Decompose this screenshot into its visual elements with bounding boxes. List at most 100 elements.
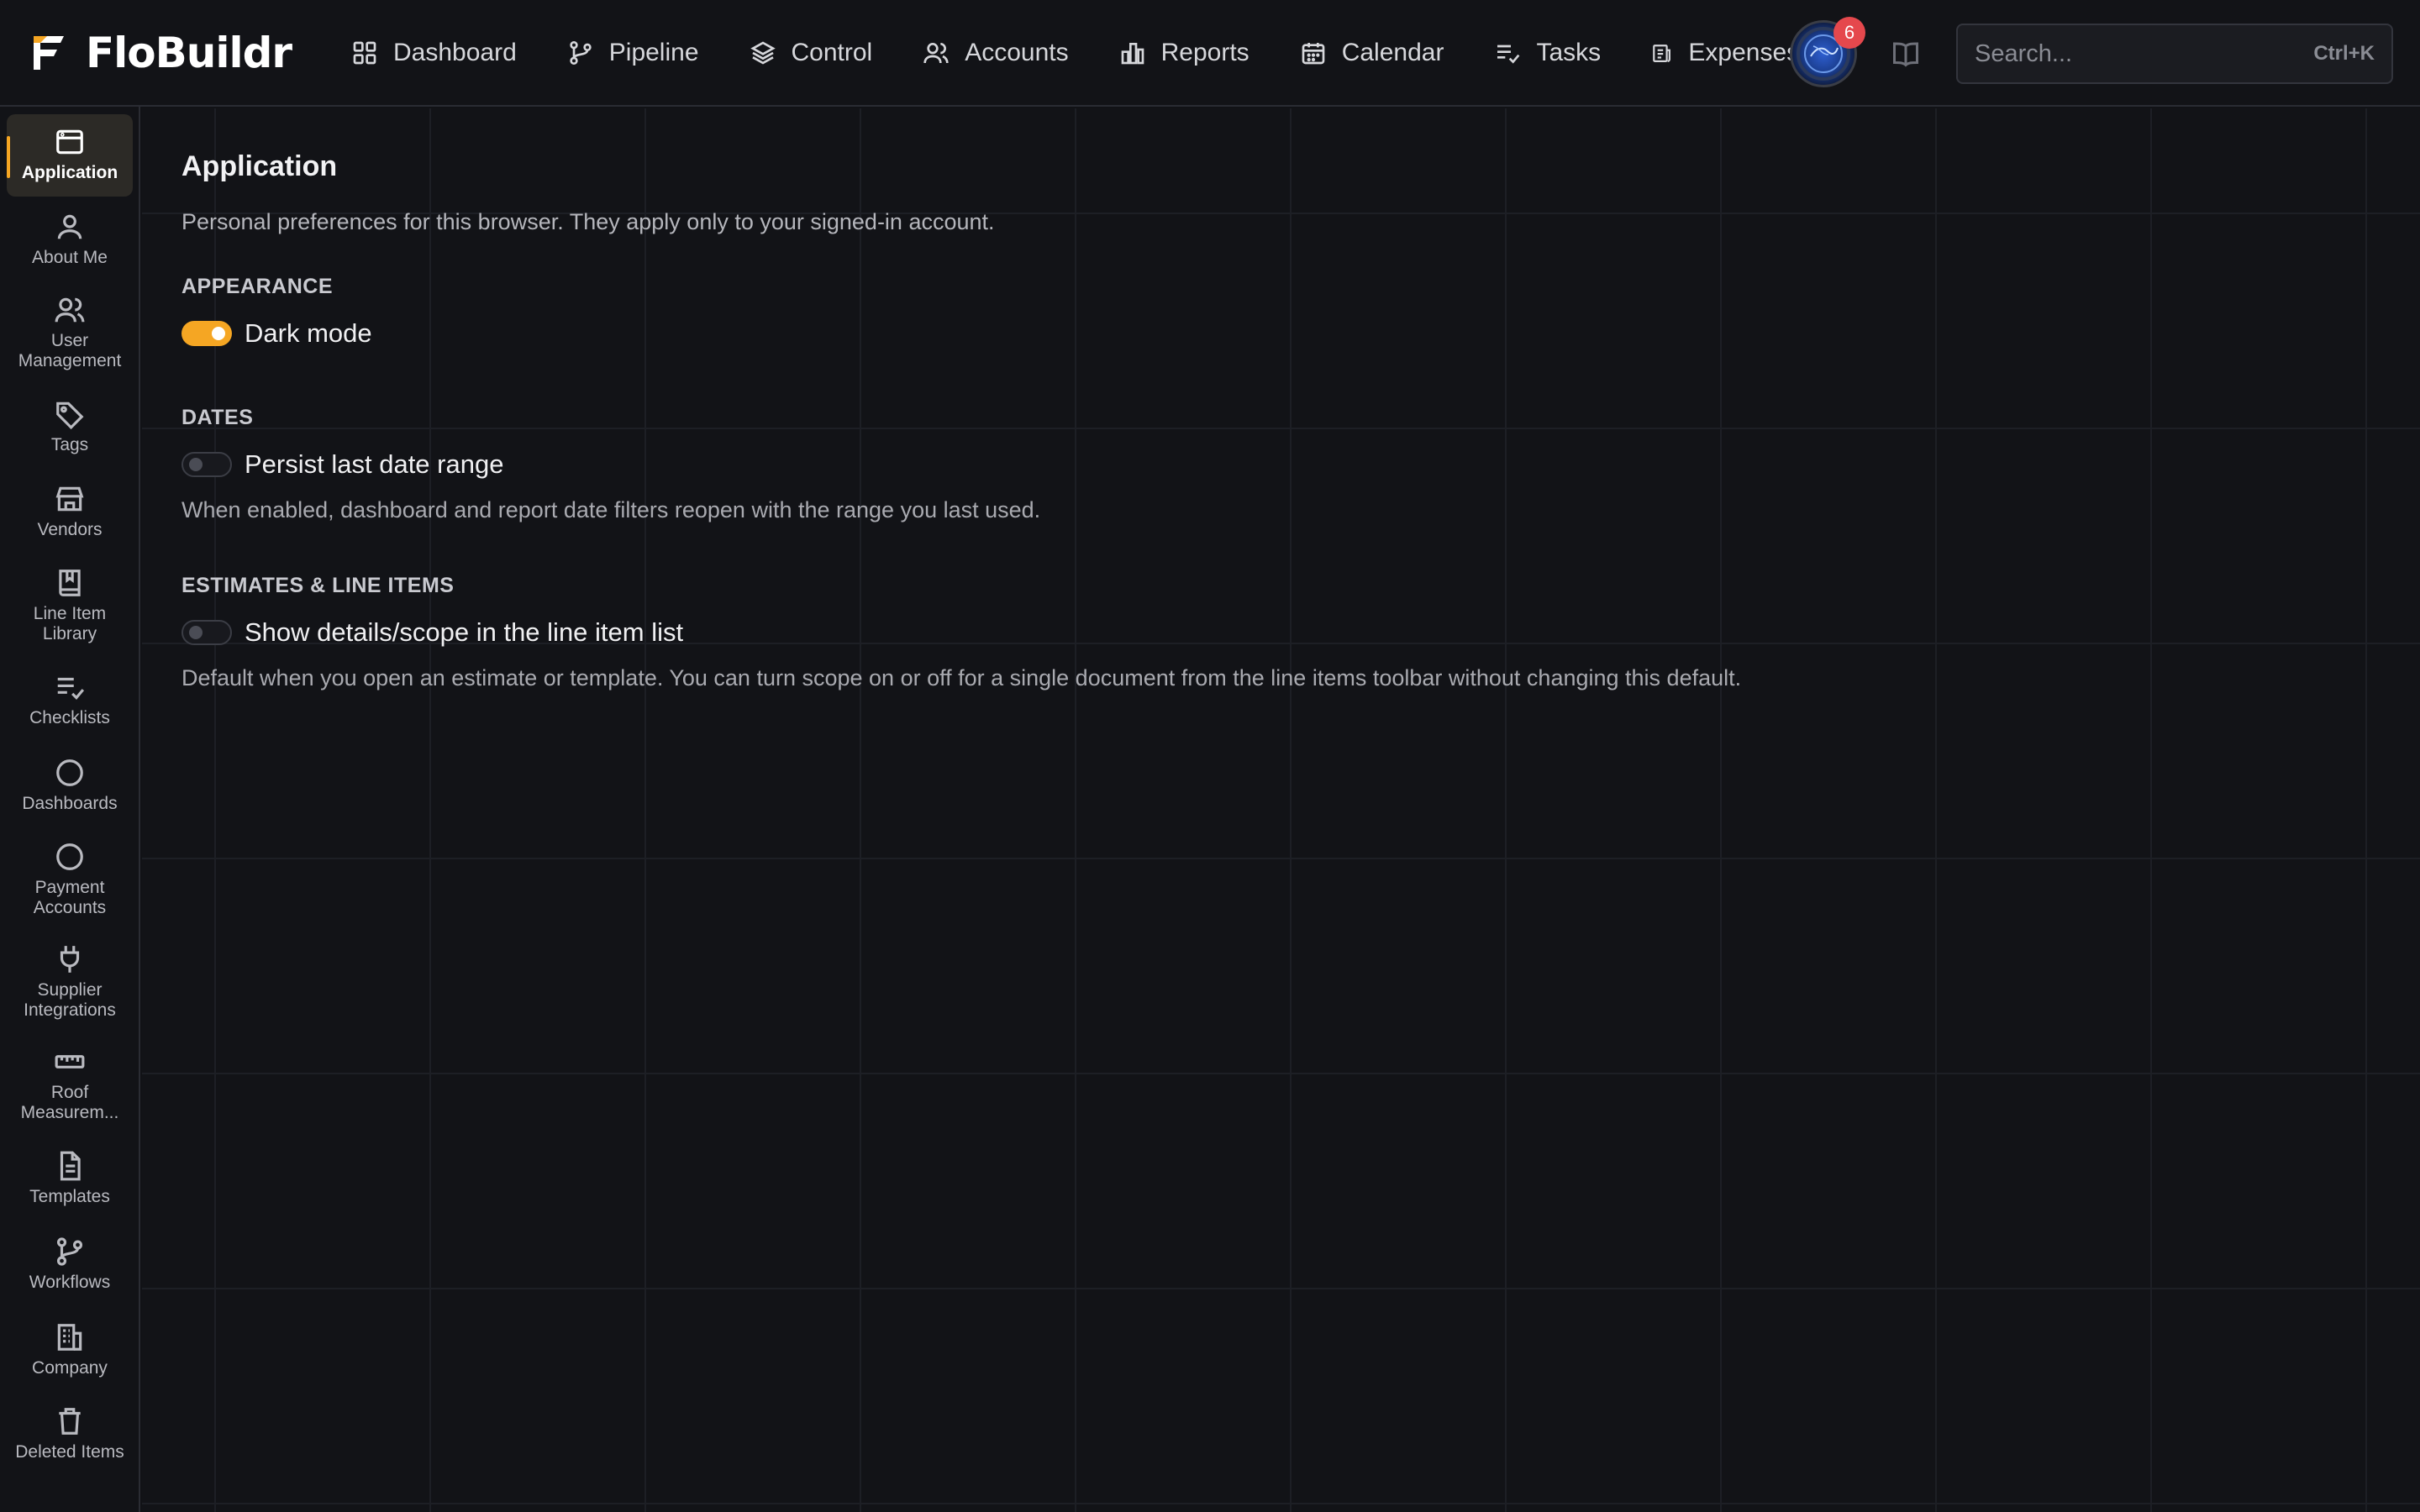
sidebar-item-line-item-library[interactable]: Line Item Library — [7, 567, 133, 644]
circle-icon — [56, 843, 83, 870]
sidebar-item-vendors[interactable]: Vendors — [7, 483, 133, 540]
nav-control[interactable]: Control — [750, 0, 898, 106]
show-details-scope-toggle[interactable] — [182, 620, 232, 645]
nav-expenses[interactable]: Expenses — [1651, 0, 1799, 106]
nav-dashboard[interactable]: Dashboard — [351, 0, 542, 106]
app-root: FloBuildr Dashboard Pipeline Control Acc… — [0, 0, 2420, 1512]
sidebar-item-tags[interactable]: Tags — [7, 398, 133, 455]
sidebar-item-label: Dashboards — [22, 794, 118, 813]
git-branch-icon — [56, 1237, 83, 1266]
nav-tasks[interactable]: Tasks — [1494, 0, 1626, 106]
user-avatar-button[interactable]: 6 — [1790, 17, 1865, 87]
sidebar-item-deleted-items[interactable]: Deleted Items — [7, 1405, 133, 1462]
flobuildr-logo-icon — [34, 35, 64, 70]
persist-date-range-label: Persist last date range — [245, 449, 504, 479]
sidebar-item-workflows[interactable]: Workflows — [7, 1236, 133, 1293]
sidebar-item-roof-measurements[interactable]: Roof Measurem... — [7, 1046, 133, 1123]
book-icon — [59, 570, 81, 596]
show-details-scope-row[interactable]: Show details/scope in the line item list — [182, 617, 683, 648]
toggle-knob — [189, 458, 203, 471]
dark-mode-toggle[interactable] — [182, 321, 232, 346]
user-icon — [57, 214, 82, 239]
checklist-icon — [57, 677, 85, 701]
receipt-icon — [1653, 44, 1671, 62]
persist-date-range-row[interactable]: Persist last date range — [182, 449, 503, 480]
nav-label: Accounts — [965, 38, 1069, 66]
bar-chart-icon — [1121, 42, 1144, 64]
sidebar-item-label: Line Item Library — [33, 604, 107, 643]
sidebar-item-label: Payment Accounts — [33, 878, 107, 917]
section-dates-label: DATES — [182, 406, 254, 429]
users-icon — [55, 297, 85, 323]
sidebar-item-label: Vendors — [37, 520, 103, 539]
search-input[interactable] — [1975, 39, 2314, 68]
nav-label: Expenses — [1688, 38, 1800, 66]
page-title: Application — [182, 150, 338, 182]
section-appearance-label: APPEARANCE — [182, 275, 334, 298]
sidebar-item-payment-accounts[interactable]: Payment Accounts — [7, 841, 133, 918]
nav-pipeline[interactable]: Pipeline — [567, 0, 724, 106]
sidebar-item-application[interactable]: Application — [7, 114, 133, 197]
sidebar-item-label: Deleted Items — [15, 1442, 124, 1462]
search-shortcut: Ctrl+K — [2313, 42, 2375, 65]
checklist-icon — [1497, 45, 1520, 64]
brand[interactable]: FloBuildr — [30, 0, 321, 106]
sidebar-item-about-me[interactable]: About Me — [7, 211, 133, 268]
sidebar-item-label: Checklists — [29, 708, 110, 727]
brand-name: FloBuildr — [86, 28, 292, 77]
sidebar-item-templates[interactable]: Templates — [7, 1150, 133, 1207]
nav-label: Reports — [1160, 38, 1249, 66]
show-details-scope-help: Default when you open an estimate or tem… — [182, 665, 1742, 690]
sidebar-item-label: Roof Measurem... — [20, 1083, 119, 1122]
search-box[interactable]: Ctrl+K — [1956, 24, 2393, 84]
settings-content: Application Personal preferences for thi… — [142, 108, 2420, 1512]
sidebar-item-label: Workflows — [29, 1273, 111, 1292]
settings-sidebar: Application About Me User Management Tag… — [0, 107, 140, 1512]
main-nav: Dashboard Pipeline Control Accounts Repo… — [351, 0, 1799, 106]
sidebar-item-label: User Management — [18, 331, 122, 370]
sidebar-item-supplier-integrations[interactable]: Supplier Integrations — [7, 943, 133, 1021]
plug-icon — [60, 946, 80, 973]
nav-calendar[interactable]: Calendar — [1300, 0, 1470, 106]
dark-mode-row[interactable]: Dark mode — [182, 318, 372, 349]
building-icon — [57, 1324, 82, 1351]
persist-date-range-toggle[interactable] — [182, 452, 232, 477]
book-open-icon[interactable] — [1891, 39, 1921, 69]
file-icon — [60, 1151, 81, 1181]
sidebar-item-company[interactable]: Company — [7, 1321, 133, 1378]
sidebar-item-user-management[interactable]: User Management — [7, 294, 133, 371]
window-icon — [56, 129, 83, 155]
trash-icon — [59, 1408, 81, 1435]
store-icon — [55, 486, 84, 512]
sidebar-item-label: Application — [21, 163, 118, 182]
dark-mode-label: Dark mode — [245, 318, 372, 348]
page-description: Personal preferences for this browser. T… — [182, 209, 995, 234]
circle-icon — [56, 759, 83, 786]
sidebar-item-dashboards[interactable]: Dashboards — [7, 757, 133, 814]
nav-label: Control — [791, 38, 873, 66]
sidebar-item-label: About Me — [32, 248, 108, 267]
top-bar: FloBuildr Dashboard Pipeline Control Acc… — [0, 0, 2420, 107]
layers-icon — [750, 40, 776, 65]
grid-icon — [353, 41, 376, 64]
users-icon — [923, 42, 949, 63]
toggle-knob — [189, 626, 203, 639]
nav-reports[interactable]: Reports — [1119, 0, 1275, 106]
calendar-icon — [1302, 42, 1325, 64]
sidebar-item-label: Company — [32, 1358, 108, 1378]
section-estimates-label: ESTIMATES & LINE ITEMS — [182, 574, 455, 597]
git-branch-icon — [570, 40, 592, 65]
notification-badge: 6 — [1833, 17, 1865, 49]
nav-label: Pipeline — [608, 38, 699, 66]
nav-label: Tasks — [1536, 38, 1602, 66]
nav-label: Dashboard — [393, 38, 517, 66]
active-indicator — [7, 136, 10, 178]
toggle-knob — [212, 327, 225, 340]
sidebar-item-label: Templates — [29, 1187, 110, 1206]
sidebar-item-checklists[interactable]: Checklists — [7, 671, 133, 728]
show-details-scope-label: Show details/scope in the line item list — [245, 617, 684, 647]
persist-date-range-help: When enabled, dashboard and report date … — [182, 497, 1041, 522]
nav-label: Calendar — [1341, 38, 1444, 66]
tag-icon — [56, 402, 84, 430]
nav-accounts[interactable]: Accounts — [923, 0, 1093, 106]
